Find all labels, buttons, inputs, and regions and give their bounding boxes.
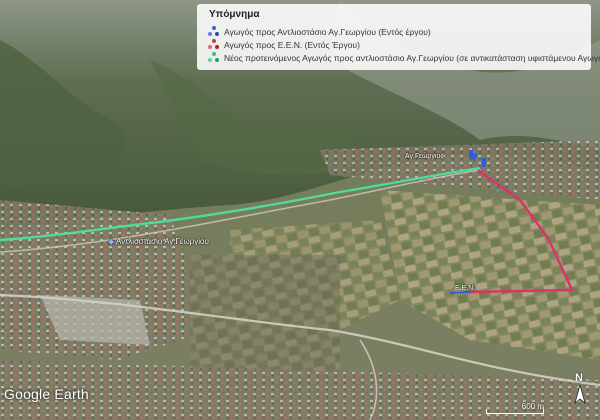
satellite-map[interactable]: Υπόμνημα Αγωγός προς Αντλιοστάσιο Αγ.Γεω… — [0, 0, 600, 420]
legend-panel: Υπόμνημα Αγωγός προς Αντλιοστάσιο Αγ.Γεω… — [197, 4, 600, 70]
town-label: Αγ.Γεώργιος — [405, 153, 444, 160]
dots-blue-icon — [207, 25, 221, 38]
google-earth-logo: Google Earth — [4, 386, 89, 402]
compass-arrow-icon — [574, 385, 586, 404]
scale-label: 600 m — [521, 402, 544, 411]
een-label[interactable]: Ε.Ε.Ν. — [455, 285, 475, 292]
scale-bar: 600 m — [486, 402, 546, 416]
compass[interactable]: N — [570, 372, 590, 406]
pin-icon: ◆ — [108, 237, 116, 246]
legend-item-green: Νέος προτεινόμενος Αγωγός προς αντλιοστά… — [207, 51, 600, 64]
legend-item-label: Αγωγός προς Αντλιοστάσιο Αγ.Γεωργίου (Εν… — [224, 26, 431, 37]
legend-item-blue: Αγωγός προς Αντλιοστάσιο Αγ.Γεωργίου (Εν… — [207, 25, 581, 38]
legend-item-label: Νέος προτεινόμενος Αγωγός προς αντλιοστά… — [224, 52, 600, 63]
dots-green-icon — [207, 51, 221, 64]
north-label: N — [575, 372, 583, 384]
dots-red-icon — [207, 38, 221, 51]
legend-title: Υπόμνημα — [209, 9, 260, 20]
legend-item-red: Αγωγός προς Ε.Ε.Ν. (Εντός Έργου) — [207, 38, 581, 51]
pump-station-label[interactable]: ◆ Αντλιοστάσιο Αγ.Γεωργίου — [108, 237, 209, 246]
legend-item-label: Αγωγός προς Ε.Ε.Ν. (Εντός Έργου) — [224, 39, 360, 50]
blue-route-line — [449, 291, 471, 294]
